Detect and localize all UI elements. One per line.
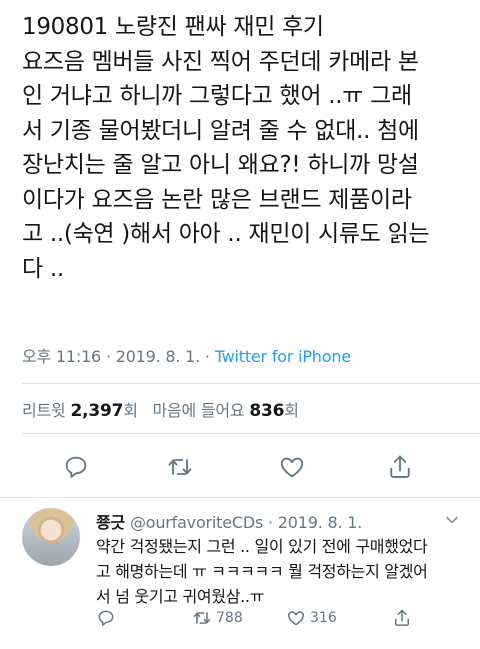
- retweet-label: 리트윗: [22, 401, 66, 420]
- reply-author-name[interactable]: 쭁긋: [96, 513, 125, 532]
- avatar[interactable]: [22, 508, 80, 566]
- divider: [22, 383, 480, 384]
- tweet-text-line: 이다가 요즈음 논란 많은 브랜드 제품이라: [22, 186, 412, 213]
- reply-text-line: 고 해명하는데 ㅠ ㅋㅋㅋㅋㅋ 뭘 걱정하는지 알겠어: [96, 562, 428, 581]
- tweet-text-line: 190801 노량진 팬싸 재민 후기: [22, 14, 324, 40]
- chevron-down-icon[interactable]: [444, 512, 460, 528]
- reply-reply-button[interactable]: [96, 608, 116, 628]
- reply-author-handle[interactable]: @ourfavoriteCDs: [130, 513, 263, 532]
- tweet-actions: [0, 447, 480, 487]
- reply-retweet-button[interactable]: 788: [192, 608, 243, 628]
- reply-actions: 788 316: [96, 608, 476, 632]
- tweet-text-line: 장난치는 줄 알고 아니 왜요?! 하니까 망설: [22, 152, 419, 178]
- reply-tweet[interactable]: 쭁긋 @ourfavoriteCDs · 2019. 8. 1. 약간 걱정됐는…: [0, 498, 480, 649]
- reply-like-count: 316: [310, 610, 337, 626]
- reply-header: 쭁긋 @ourfavoriteCDs · 2019. 8. 1.: [96, 513, 363, 532]
- reply-text-line: 서 넘 웃기고 귀여웠삼..ㅠ: [96, 587, 265, 606]
- reply-text-line: 약간 걱정됐는지 그런 .. 일이 있기 전에 구매했었다: [96, 537, 428, 556]
- like-stat[interactable]: 마음에 들어요 836회: [152, 401, 299, 421]
- tweet-stats: 리트윗 2,397회 마음에 들어요 836회: [22, 397, 299, 421]
- tweet-source-link[interactable]: Twitter for iPhone: [215, 347, 351, 366]
- tweet-text-line: 인 거냐고 하니까 그렇다고 했어 ..ㅠ 그래: [22, 83, 412, 109]
- tweet-text-line: 서 기종 물어봤더니 알려 줄 수 없대.. 첨에: [22, 117, 419, 144]
- reply-like-button[interactable]: 316: [286, 608, 337, 628]
- like-button[interactable]: [272, 447, 312, 487]
- reply-date[interactable]: 2019. 8. 1.: [278, 513, 363, 532]
- tweet-time[interactable]: 오후 11:16: [22, 347, 101, 366]
- heart-icon: [280, 457, 304, 478]
- comment-icon: [98, 610, 114, 626]
- like-count: 836: [249, 401, 285, 421]
- tweet-text-line: 요즈음 멤버들 사진 찍어 주던데 카메라 본: [22, 48, 419, 75]
- reply-share-button[interactable]: [392, 608, 412, 628]
- comment-icon: [65, 456, 87, 478]
- tweet-text-line: 다 ..: [22, 255, 64, 282]
- share-icon: [390, 455, 410, 478]
- tweet-meta: 오후 11:16 · 2019. 8. 1. · Twitter for iPh…: [22, 347, 351, 366]
- retweet-stat[interactable]: 리트윗 2,397회: [22, 401, 143, 421]
- heart-icon: [287, 611, 305, 626]
- like-suffix: 회: [284, 401, 299, 420]
- tweet-text-line: 고 ..(숙연 )해서 아아 .. 재민이 시류도 읽는: [22, 221, 430, 247]
- retweet-icon: [168, 459, 192, 475]
- tweet-date[interactable]: 2019. 8. 1.: [116, 347, 201, 366]
- reply-button[interactable]: [56, 447, 96, 487]
- retweet-button[interactable]: [160, 447, 200, 487]
- retweet-count: 2,397: [70, 401, 124, 421]
- retweet-icon: [193, 612, 211, 624]
- share-icon: [395, 609, 409, 626]
- tweet-text: 190801 노량진 팬싸 재민 후기 요즈음 멤버들 사진 찍어 주던데 카메…: [22, 10, 472, 286]
- reply-retweet-count: 788: [216, 610, 243, 626]
- share-button[interactable]: [380, 447, 420, 487]
- retweet-suffix: 회: [123, 401, 138, 420]
- reply-text: 약간 걱정됐는지 그런 .. 일이 있기 전에 구매했었다 고 해명하는데 ㅠ …: [96, 534, 476, 609]
- divider: [22, 433, 480, 434]
- like-label: 마음에 들어요: [152, 401, 245, 420]
